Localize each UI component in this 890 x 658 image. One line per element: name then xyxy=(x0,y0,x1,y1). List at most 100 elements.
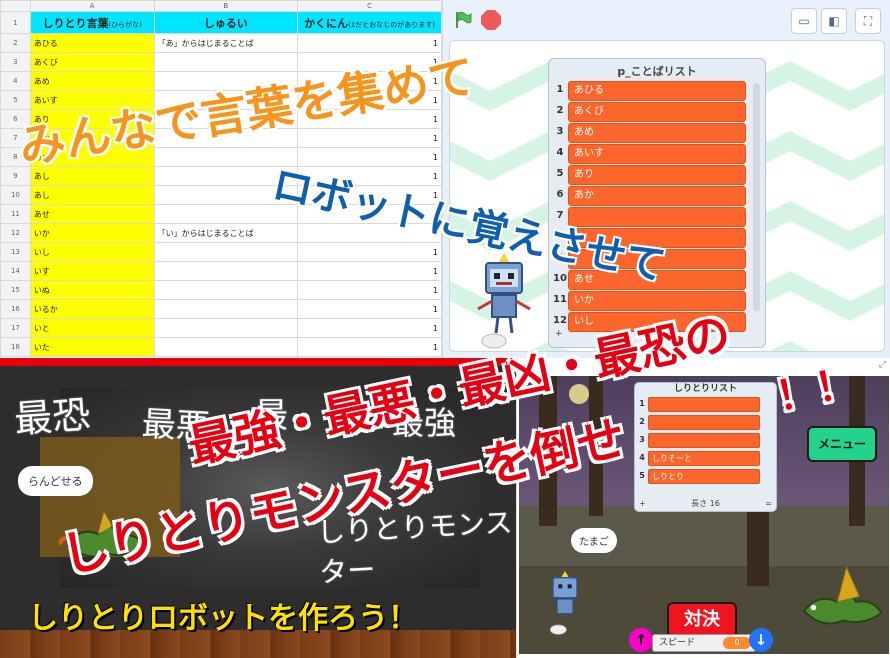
header-word-note: (ひらがな) xyxy=(108,20,142,29)
word-cell[interactable]: いと xyxy=(29,318,155,338)
column-header-c[interactable]: C xyxy=(297,0,442,12)
type-cell[interactable] xyxy=(153,280,299,300)
table-row: 14 いす 1 xyxy=(0,261,442,281)
row-number[interactable]: 17 xyxy=(0,318,31,338)
dragon-monster-sprite[interactable] xyxy=(795,562,887,642)
game-list-value[interactable]: しりとり xyxy=(648,469,760,484)
row-number[interactable]: 15 xyxy=(0,280,31,300)
word-cell[interactable]: いす xyxy=(29,261,155,281)
game-list-item[interactable]: 5 しりとり xyxy=(635,469,765,485)
word-cell[interactable]: あし xyxy=(29,185,155,205)
row-number[interactable]: 3 xyxy=(0,52,31,72)
list-value[interactable]: あくび xyxy=(568,102,746,122)
word-cell[interactable]: いし xyxy=(29,242,155,262)
column-header-a[interactable]: A xyxy=(29,0,155,12)
word-cell[interactable]: あせ xyxy=(29,204,155,224)
game-list-value[interactable] xyxy=(648,397,760,412)
table-row: 16 いるか 1 xyxy=(0,299,442,319)
battle-button[interactable]: 対決 xyxy=(667,602,737,638)
small-stage-icon[interactable]: ▭ xyxy=(791,8,817,34)
type-cell[interactable]: 「い」からはじまることば xyxy=(153,223,299,243)
game-word-list[interactable]: しりとりリスト 1 2 3 4 しりそーと 5 しりとり + 長さ 16 = xyxy=(634,382,777,512)
list-item[interactable]: 4 あいす xyxy=(549,144,749,165)
expand-icon[interactable]: ⤢ xyxy=(879,360,886,370)
list-value[interactable]: あひる xyxy=(568,81,746,101)
game-list-value[interactable]: しりそーと xyxy=(648,451,760,466)
word-cell[interactable]: あくび xyxy=(29,52,155,72)
game-list-resize[interactable]: = xyxy=(765,497,772,511)
game-list-item[interactable]: 4 しりそーと xyxy=(635,451,765,467)
stop-icon[interactable] xyxy=(481,10,501,30)
word-cell[interactable]: あめ xyxy=(29,71,155,91)
header-cell-word[interactable]: しりとり言葉(ひらがな) xyxy=(29,11,155,34)
game-list-value[interactable] xyxy=(648,433,760,448)
robot-sprite[interactable] xyxy=(474,251,534,351)
check-cell[interactable]: 1 xyxy=(297,280,442,300)
large-stage-icon[interactable]: ◧ xyxy=(821,8,847,34)
word-cell[interactable]: いた xyxy=(29,337,155,357)
list-value[interactable]: あめ xyxy=(568,123,746,143)
game-list-item[interactable]: 2 xyxy=(635,415,765,431)
check-cell[interactable]: 1 xyxy=(297,242,442,262)
list-item[interactable]: 2 あくび xyxy=(549,102,749,123)
chalk-word: 最恐 xyxy=(12,392,92,442)
list-value[interactable]: あか xyxy=(568,186,746,206)
row-number[interactable]: 12 xyxy=(0,223,31,243)
word-cell[interactable]: あひる xyxy=(29,33,155,53)
type-cell[interactable]: 「あ」からはじまることば xyxy=(153,33,299,53)
header-cell-check[interactable]: かくにん(1だとおなじのがあります) xyxy=(297,11,442,34)
list-scrollbar[interactable] xyxy=(753,83,760,311)
check-cell[interactable]: 1 xyxy=(297,318,442,338)
row-number[interactable]: 1 xyxy=(0,11,31,34)
list-item[interactable]: 1 あひる xyxy=(549,81,749,102)
check-cell[interactable]: 1 xyxy=(297,128,442,148)
type-cell[interactable] xyxy=(153,337,299,357)
menu-button[interactable]: メニュー xyxy=(807,426,877,462)
table-row: 17 いと 1 xyxy=(0,318,442,338)
check-cell[interactable]: 1 xyxy=(297,337,442,357)
game-list-add[interactable]: + xyxy=(639,497,646,511)
check-cell[interactable]: 1 xyxy=(297,299,442,319)
word-list-monitor[interactable]: p_ことばリスト 1 あひる 2 あくび 3 あめ 4 あいす 5 あり 6 あか 7 8 9 10 あせ 11 い… xyxy=(548,58,766,348)
stage-toolbar: ▭ ◧ ⛶ xyxy=(443,0,890,40)
type-cell[interactable] xyxy=(153,52,299,72)
header-check-label: かくにん xyxy=(304,16,349,30)
type-cell[interactable] xyxy=(153,318,299,338)
game-list-item[interactable]: 1 xyxy=(635,397,765,413)
row-number[interactable]: 14 xyxy=(0,261,31,281)
type-cell[interactable] xyxy=(153,299,299,319)
row-number[interactable]: 13 xyxy=(0,242,31,262)
robot-sprite[interactable] xyxy=(545,568,585,638)
type-cell[interactable] xyxy=(153,242,299,262)
green-flag-icon[interactable] xyxy=(453,10,473,30)
list-item[interactable]: 6 あか xyxy=(549,186,749,207)
list-index: 11 xyxy=(553,294,567,305)
row-number[interactable]: 10 xyxy=(0,185,31,205)
list-title: p_ことばリスト xyxy=(617,65,697,78)
fullscreen-icon[interactable]: ⛶ xyxy=(855,8,881,34)
row-number[interactable]: 11 xyxy=(0,204,31,224)
word-cell[interactable]: いぬ xyxy=(29,280,155,300)
header-cell-type[interactable]: しゅるい xyxy=(153,11,299,34)
sheet-corner[interactable] xyxy=(0,0,31,12)
list-value[interactable]: あり xyxy=(568,165,746,185)
row-number[interactable]: 18 xyxy=(0,337,31,357)
list-item[interactable]: 5 あり xyxy=(549,165,749,186)
row-number[interactable]: 4 xyxy=(0,71,31,91)
check-cell[interactable]: 1 xyxy=(297,261,442,281)
row-number[interactable]: 5 xyxy=(0,90,31,110)
row-number[interactable]: 16 xyxy=(0,299,31,319)
row-number[interactable]: 2 xyxy=(0,33,31,53)
column-header-b[interactable]: B xyxy=(153,0,299,12)
speed-down-button[interactable]: ↓ xyxy=(749,628,773,652)
speed-up-button[interactable]: ↑ xyxy=(629,628,653,652)
list-item[interactable]: 3 あめ xyxy=(549,123,749,144)
list-value[interactable]: あいす xyxy=(568,144,746,164)
game-list-item[interactable]: 3 xyxy=(635,433,765,449)
list-index: 1 xyxy=(556,84,564,95)
game-list-value[interactable] xyxy=(648,415,760,430)
word-cell[interactable]: いるか xyxy=(29,299,155,319)
word-cell[interactable]: いか xyxy=(29,223,155,243)
type-cell[interactable] xyxy=(153,261,299,281)
table-row: 15 いぬ 1 xyxy=(0,280,442,300)
